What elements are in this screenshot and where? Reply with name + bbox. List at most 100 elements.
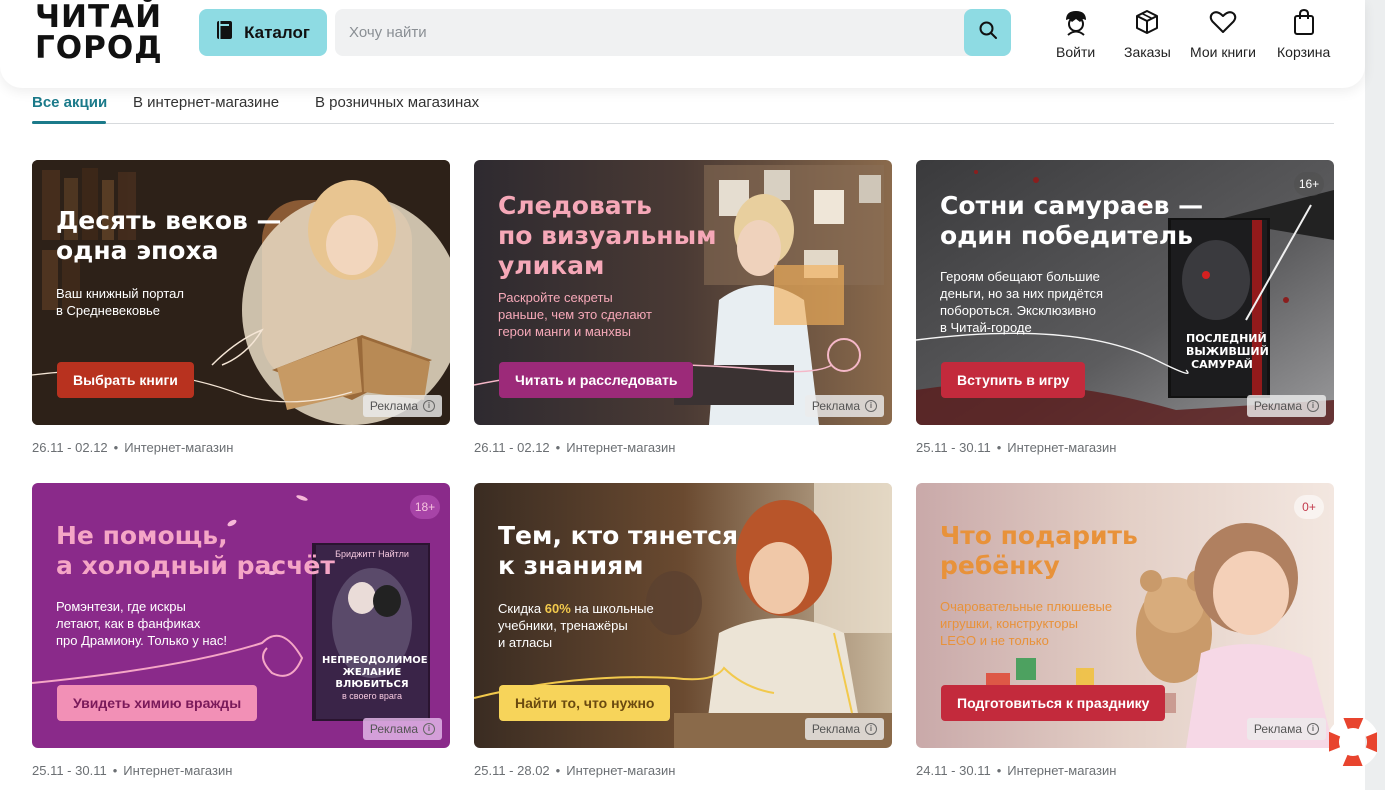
ad-text: Реклама (1253, 399, 1302, 413)
nav-cart-label: Корзина (1277, 44, 1331, 60)
logo[interactable]: ЧИТАЙ ГОРОД (35, 2, 165, 68)
search-button[interactable] (964, 9, 1011, 56)
card-subtitle-line: Очаровательные плюшевые (940, 599, 1113, 614)
catalog-label: Каталог (244, 22, 310, 42)
card-subtitle-line: Раскройте секреты (498, 290, 613, 305)
tab-online-store[interactable]: В интернет-магазине (133, 94, 279, 111)
cta-button[interactable]: Читать и расследовать (499, 362, 694, 398)
ad-text: Реклама (1253, 722, 1302, 736)
card-subtitle-line: Героям обещают большие (940, 269, 1100, 284)
cta-button[interactable]: Найти то, что нужно (499, 685, 671, 721)
card-subtitle-line: Ромэнтези, где искры (56, 599, 186, 614)
promo-card[interactable]: Следовать по визуальным уликам Раскройте… (474, 160, 892, 425)
promo-card[interactable]: 16+ ПОСЛЕДНИЙ ВЫЖИВШИЙ САМУРАЙ Сотни сам… (916, 160, 1334, 425)
card-subtitle-line: деньги, но за них придётся (940, 286, 1104, 301)
nav-orders[interactable]: Заказы (1124, 6, 1171, 60)
catalog-button[interactable]: Каталог (199, 9, 327, 56)
card-title-line: Тем, кто тянется (498, 521, 739, 550)
ad-text: Реклама (369, 722, 418, 736)
card-title-line: по визуальным (498, 221, 717, 250)
card-title-line: уликам (498, 251, 605, 280)
card-subtitle-line: летают, как в фанфиках (56, 616, 201, 631)
card-subtitle-line: Скидка 60% на школьные (498, 600, 654, 617)
book-cover-author: Бриджитт Найтли (335, 549, 409, 559)
nav-cart[interactable]: Корзина (1277, 6, 1330, 60)
info-icon: i (423, 723, 435, 735)
separator-dot: • (996, 763, 1002, 778)
separator-dot: • (555, 440, 561, 455)
nav-my-books[interactable]: Мои книги (1190, 6, 1256, 60)
book-cover-subtitle: в своего врага (342, 691, 402, 701)
ad-label[interactable]: Реклама i (362, 395, 442, 417)
support-lifebuoy-icon[interactable] (1327, 716, 1379, 768)
ad-text: Реклама (811, 399, 860, 413)
ad-label[interactable]: Реклама i (1246, 395, 1326, 417)
user-icon (1060, 6, 1092, 38)
bag-icon (1292, 6, 1316, 38)
card-title-line: Не помощь, (56, 521, 228, 550)
card-subtitle-line: раньше, чем это сделают (498, 307, 652, 322)
nav-login[interactable]: Войти (1056, 6, 1095, 60)
card-title-line: ребёнку (940, 551, 1060, 580)
cta-button[interactable]: Вступить в игру (941, 362, 1086, 398)
ad-label[interactable]: Реклама i (804, 718, 884, 740)
info-icon: i (1307, 400, 1319, 412)
card-subtitle-line: LEGO и не только (940, 633, 1049, 648)
card-meta: 26.11 - 02.12 • Интернет-магазин (32, 440, 233, 455)
info-icon: i (1307, 723, 1319, 735)
search-input[interactable] (335, 9, 963, 56)
cta-button[interactable]: Подготовиться к празднику (941, 685, 1166, 721)
info-icon: i (865, 723, 877, 735)
promo-dates: 26.11 - 02.12 (474, 440, 550, 455)
active-tab-indicator (32, 121, 106, 124)
tab-all-promos[interactable]: Все акции (32, 94, 107, 111)
card-subtitle-line: и атласы (498, 635, 553, 650)
ad-label[interactable]: Реклама i (804, 395, 884, 417)
heart-icon (1209, 6, 1237, 38)
promo-card[interactable]: 18+ Бриджитт Найтли НЕПРЕОДОЛИМОЕ ЖЕЛАНИ… (32, 483, 450, 748)
card-subtitle-line: в Читай-городе (940, 320, 1032, 335)
cta-button[interactable]: Увидеть химию вражды (57, 685, 258, 721)
promo-card[interactable]: Десять веков — одна эпоха Ваш книжный по… (32, 160, 450, 425)
ad-text: Реклама (369, 399, 418, 413)
card-title-line: а холодный расчёт (56, 551, 335, 580)
promo-channel: Интернет-магазин (1007, 440, 1117, 455)
ad-label[interactable]: Реклама i (362, 718, 442, 740)
promo-channel: Интернет-магазин (124, 440, 234, 455)
promo-dates: 26.11 - 02.12 (32, 440, 108, 455)
promo-card[interactable]: Тем, кто тянется к знаниям Скидка 60% на… (474, 483, 892, 748)
promo-dates: 25.11 - 30.11 (32, 763, 107, 778)
box-icon (1134, 6, 1160, 38)
discount-prefix: Скидка (498, 601, 545, 616)
ad-text: Реклама (811, 722, 860, 736)
cta-button[interactable]: Выбрать книги (57, 362, 194, 398)
card-subtitle-line: учебники, тренажёры (498, 618, 628, 633)
card-title-line: Сотни самураев — (940, 191, 1204, 220)
nav-orders-label: Заказы (1124, 44, 1171, 60)
promo-channel: Интернет-магазин (1007, 763, 1117, 778)
separator-dot: • (112, 763, 118, 778)
promo-dates: 24.11 - 30.11 (916, 763, 991, 778)
book-cover-title: НЕПРЕОДОЛИМОЕ ЖЕЛАНИЕ ВЛЮБИТЬСЯ (322, 655, 428, 690)
book-cover-title: ПОСЛЕДНИЙ ВЫЖИВШИЙ САМУРАЙ (1186, 332, 1269, 371)
book-icon (216, 20, 234, 45)
logo-line-2: ГОРОД (35, 30, 163, 66)
nav-my-books-label: Мои книги (1190, 44, 1256, 60)
card-subtitle-line: игрушки, конструкторы (940, 616, 1078, 631)
tab-retail-stores[interactable]: В розничных магазинах (315, 94, 479, 111)
discount-value: 60% (544, 601, 571, 616)
separator-dot: • (996, 440, 1002, 455)
search-icon (978, 20, 998, 45)
site-header: ЧИТАЙ ГОРОД Каталог Хочу найти Войти Зак… (0, 0, 1365, 88)
card-meta: 26.11 - 02.12 • Интернет-магазин (474, 440, 675, 455)
promo-channel: Интернет-магазин (566, 440, 676, 455)
age-rating-badge: 18+ (410, 495, 440, 519)
card-subtitle-line: Ваш книжный портал (56, 286, 185, 301)
ad-label[interactable]: Реклама i (1246, 718, 1326, 740)
card-meta: 25.11 - 30.11 • Интернет-магазин (32, 763, 232, 778)
promo-card[interactable]: 0+ Что подарить ребёнку Очаровательные п… (916, 483, 1334, 748)
search-bar (335, 9, 1011, 56)
promo-channel: Интернет-магазин (123, 763, 233, 778)
separator-dot: • (113, 440, 119, 455)
scrollbar-track[interactable] (1365, 0, 1385, 790)
